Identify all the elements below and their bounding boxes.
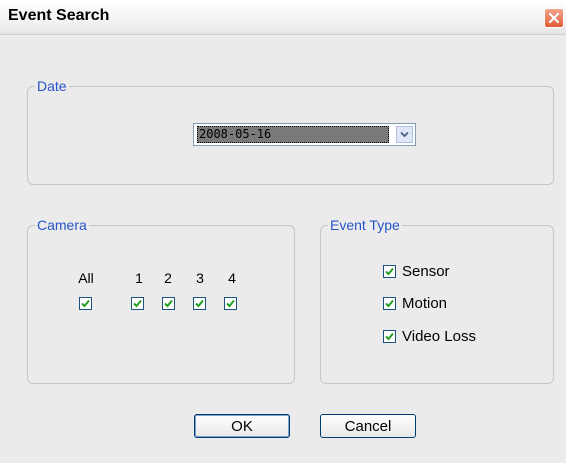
camera-1-checkbox[interactable] [131, 297, 144, 310]
checkmark-icon [133, 299, 142, 308]
dropdown-button[interactable] [396, 126, 413, 143]
camera-2-checkbox[interactable] [162, 297, 175, 310]
date-group-legend: Date [37, 78, 67, 94]
camera-all-checkbox[interactable] [79, 297, 92, 310]
checkmark-icon [385, 267, 394, 275]
chevron-down-icon [400, 131, 409, 138]
camera-label-2: 2 [164, 270, 172, 286]
date-dropdown-value: 2008-05-16 [197, 126, 389, 143]
camera-group: Camera [27, 217, 295, 384]
motion-checkbox[interactable] [383, 296, 396, 310]
ok-button[interactable]: OK [194, 414, 290, 438]
checkmark-icon [164, 299, 173, 308]
camera-label-1: 1 [135, 270, 143, 286]
event-type-video-loss[interactable]: Video Loss [383, 327, 476, 345]
event-type-motion[interactable]: Motion [383, 294, 448, 312]
camera-label-3: 3 [196, 270, 204, 286]
event-type-group-legend: Event Type [330, 217, 400, 233]
sensor-label: Sensor [402, 262, 450, 280]
cancel-button[interactable]: Cancel [320, 414, 416, 438]
motion-label: Motion [402, 294, 448, 312]
event-type-sensor[interactable]: Sensor [383, 262, 450, 280]
camera-label-4: 4 [228, 270, 236, 286]
checkmark-icon [81, 299, 90, 308]
event-search-dialog: Event Search Date 2008-05-16 Camera All … [0, 0, 566, 463]
sensor-checkbox[interactable] [383, 264, 396, 278]
camera-4-checkbox[interactable] [224, 297, 237, 310]
close-button[interactable] [544, 8, 564, 28]
window-title: Event Search [8, 7, 110, 24]
video-loss-label: Video Loss [402, 327, 476, 345]
camera-3-checkbox[interactable] [193, 297, 206, 310]
camera-label-all: All [78, 270, 94, 286]
close-icon [548, 12, 560, 24]
checkmark-icon [385, 299, 394, 307]
checkmark-icon [195, 299, 204, 308]
camera-group-legend: Camera [37, 217, 87, 233]
checkmark-icon [385, 332, 394, 340]
video-loss-checkbox[interactable] [383, 329, 396, 343]
title-bar[interactable]: Event Search [0, 0, 566, 35]
date-dropdown[interactable]: 2008-05-16 [193, 123, 416, 146]
checkmark-icon [226, 299, 235, 308]
